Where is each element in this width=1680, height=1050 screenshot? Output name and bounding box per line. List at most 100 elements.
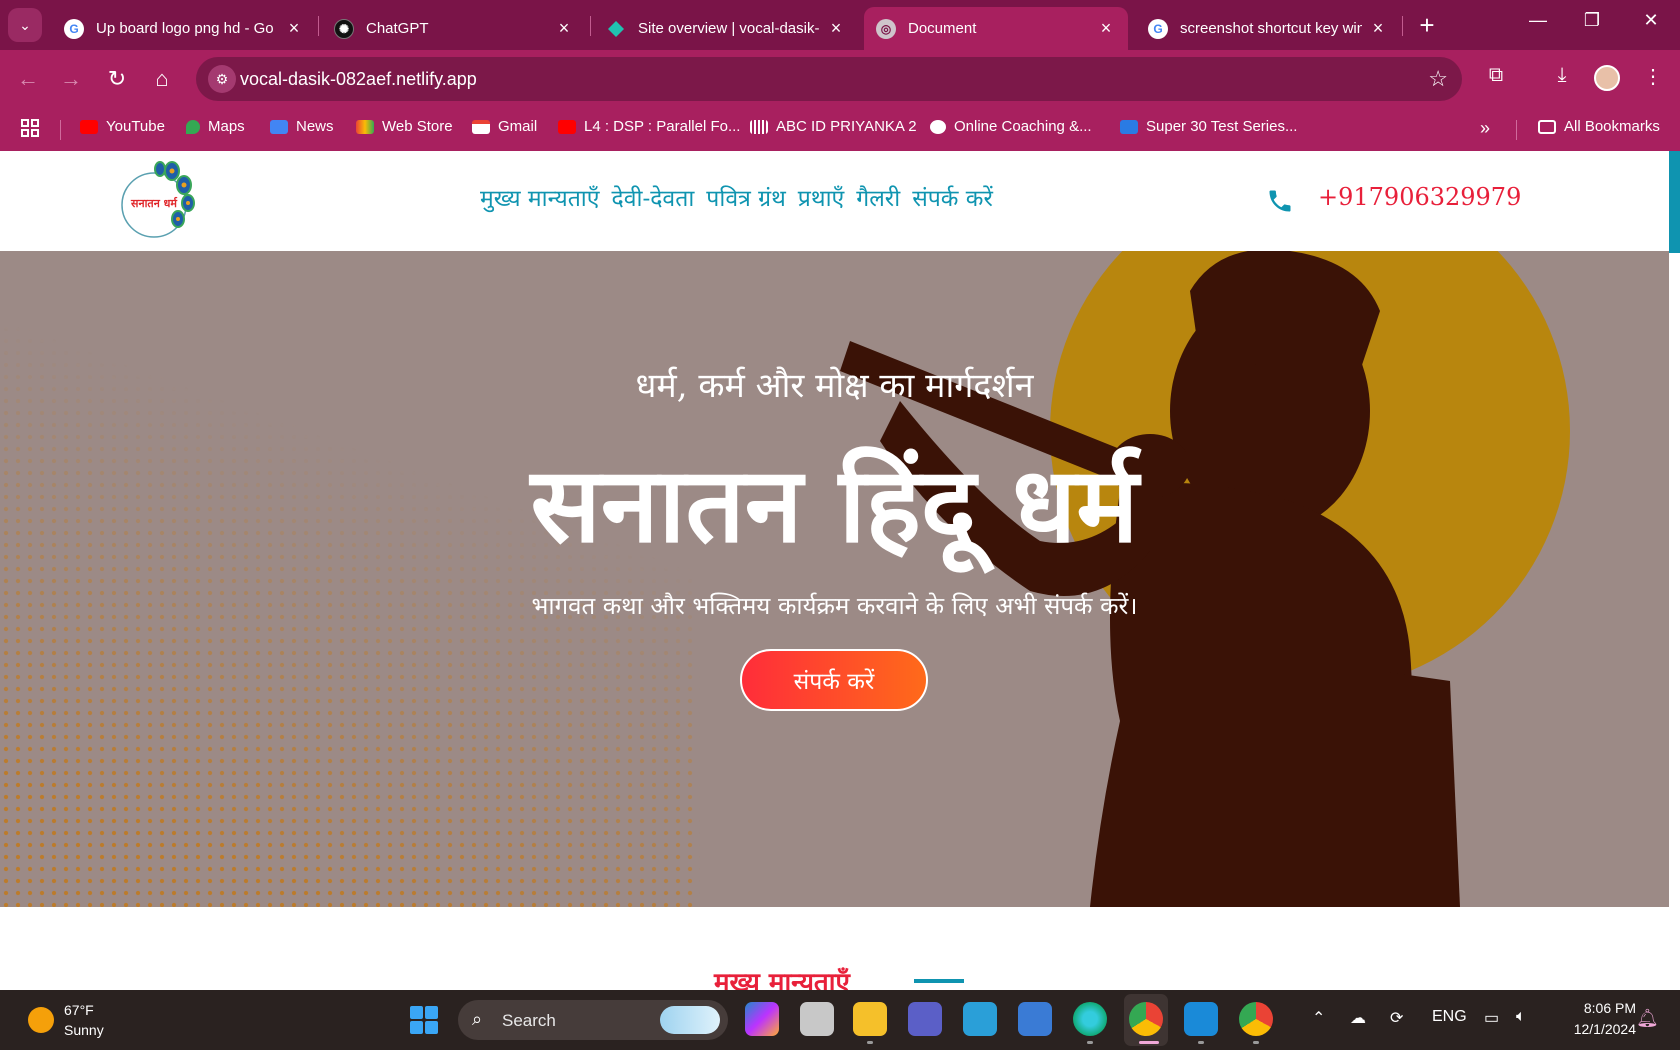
more-bookmarks-chevron-icon[interactable]: » <box>1480 118 1490 139</box>
language-indicator[interactable]: ENG <box>1432 1008 1467 1026</box>
notification-bell-icon[interactable]: 🔔︎ <box>1636 1008 1659 1029</box>
volume-icon[interactable]: 🔈︎ <box>1516 1008 1526 1026</box>
close-tab-icon[interactable]: × <box>826 18 846 39</box>
back-arrow-icon[interactable]: ← <box>13 64 43 94</box>
phone-icon <box>1269 190 1291 212</box>
nav-link-practices[interactable]: प्रथाएँ <box>798 181 844 213</box>
minimize-icon[interactable]: — <box>1523 10 1553 31</box>
nav-link-contact[interactable]: संपर्क करें <box>912 181 993 213</box>
phone-number[interactable]: +917906329979 <box>1318 183 1521 211</box>
extensions-icon[interactable]: ⧉ <box>1481 64 1511 87</box>
close-window-icon[interactable]: ✕ <box>1636 10 1666 31</box>
folder-icon <box>1538 119 1556 134</box>
restore-icon[interactable]: ❐ <box>1577 10 1607 31</box>
scrollbar-thumb[interactable] <box>1669 151 1680 253</box>
close-tab-icon[interactable]: × <box>284 18 304 39</box>
youtube-icon <box>558 119 576 134</box>
bookmark-gmail[interactable]: Gmail <box>472 118 537 135</box>
testseries-icon <box>1120 119 1138 134</box>
task-view-icon[interactable] <box>800 1002 834 1036</box>
tab-separator <box>318 16 319 36</box>
bookmark-web-store[interactable]: Web Store <box>356 118 453 135</box>
menu-kebab-icon[interactable]: ⋮ <box>1638 64 1668 89</box>
profile-avatar[interactable] <box>1594 65 1620 91</box>
forward-arrow-icon[interactable]: → <box>56 64 86 94</box>
bookmark-separator <box>1516 120 1517 140</box>
browser-toolbar: ← → ↻ ⌂ ⚙ vocal-dasik-082aef.netlify.app… <box>0 50 1680 108</box>
close-tab-icon[interactable]: × <box>1096 18 1116 39</box>
weather-condition[interactable]: Sunny <box>64 1022 104 1038</box>
clock-time[interactable]: 8:06 PM <box>1566 1000 1636 1016</box>
bookmark-news[interactable]: News <box>270 118 334 135</box>
network-icon[interactable]: ▭ <box>1484 1008 1499 1028</box>
bookmark-abc-id[interactable]: ABC ID PRIYANKA 2 <box>750 118 917 135</box>
site-logo[interactable]: सनातन धर्म <box>114 157 204 243</box>
bookmark-label: Super 30 Test Series... <box>1146 118 1298 135</box>
sun-weather-icon[interactable] <box>28 1007 54 1033</box>
address-bar[interactable]: ⚙ vocal-dasik-082aef.netlify.app ☆ <box>196 57 1462 101</box>
nav-link-gallery[interactable]: गैलरी <box>856 181 900 213</box>
microsoft-store-icon[interactable] <box>1018 1002 1052 1036</box>
vscode-icon[interactable] <box>1184 1002 1218 1036</box>
new-tab-button[interactable]: + <box>1412 10 1442 41</box>
youtube-icon <box>80 119 98 134</box>
running-indicator <box>867 1041 873 1044</box>
weather-temperature[interactable]: 67°F <box>64 1002 94 1018</box>
chrome-icon[interactable] <box>1129 1002 1163 1036</box>
all-bookmarks-folder[interactable]: All Bookmarks <box>1538 118 1660 135</box>
tab-title: Up board logo png hd - Go <box>96 20 274 37</box>
bookmark-label: Online Coaching &... <box>954 118 1092 135</box>
running-indicator <box>1253 1041 1259 1044</box>
search-icon: ⌕ <box>472 1009 483 1029</box>
contact-button[interactable]: संपर्क करें <box>740 649 928 711</box>
teams-icon[interactable] <box>908 1002 942 1036</box>
bookmark-super30[interactable]: Super 30 Test Series... <box>1120 118 1297 135</box>
tab-search-button[interactable]: ⌄ <box>8 8 42 42</box>
sync-icon[interactable]: ⟳ <box>1390 1008 1403 1028</box>
search-highlight-art <box>660 1006 720 1034</box>
nav-link-scriptures[interactable]: पवित्र ग्रंथ <box>706 181 786 213</box>
taskbar-search-label: Search <box>502 1011 556 1030</box>
tab-title: Document <box>908 20 977 37</box>
nav-link-deities[interactable]: देवी-देवता <box>611 181 694 213</box>
bookmarks-bar: YouTube Maps News Web Store Gmail L4 : D… <box>0 108 1680 151</box>
bookmark-star-icon[interactable]: ☆ <box>1428 66 1448 92</box>
tab-document[interactable]: ◎ Document × <box>864 7 1128 50</box>
edge-icon[interactable] <box>1073 1002 1107 1036</box>
bookmark-online-coaching[interactable]: Online Coaching &... <box>930 118 1092 135</box>
bookmark-label: YouTube <box>106 118 165 135</box>
copilot-icon[interactable] <box>745 1002 779 1036</box>
home-icon[interactable]: ⌂ <box>147 64 177 94</box>
download-icon[interactable]: ⤓ <box>1547 64 1577 87</box>
onedrive-icon[interactable]: ☁ <box>1350 1008 1366 1028</box>
apps-grid-icon[interactable] <box>20 118 40 138</box>
bookmark-youtube[interactable]: YouTube <box>80 118 165 135</box>
file-explorer-icon[interactable] <box>853 1002 887 1036</box>
web-page: सनातन धर्म मुख्य मान्यताएँ देवी-देवता पव… <box>0 151 1680 991</box>
nav-link-beliefs[interactable]: मुख्य मान्यताएँ <box>480 181 599 213</box>
reload-icon[interactable]: ↻ <box>102 64 132 94</box>
tab-up-board-logo[interactable]: G Up board logo png hd - Go × <box>52 7 316 50</box>
tab-site-overview[interactable]: Site overview | vocal-dasik-0 × <box>594 7 858 50</box>
site-info-icon[interactable]: ⚙ <box>208 65 236 93</box>
bookmark-dsp[interactable]: L4 : DSP : Parallel Fo... <box>558 118 740 135</box>
bookmark-label: L4 : DSP : Parallel Fo... <box>584 118 741 135</box>
coaching-icon <box>930 119 946 134</box>
maps-icon <box>186 119 200 134</box>
bookmark-maps[interactable]: Maps <box>186 118 245 135</box>
windows-start-icon[interactable] <box>410 1006 438 1034</box>
close-tab-icon[interactable]: × <box>1368 18 1388 39</box>
url-text[interactable]: vocal-dasik-082aef.netlify.app <box>240 69 477 90</box>
tab-chatgpt[interactable]: ✺ ChatGPT × <box>322 7 586 50</box>
tab-screenshot-shortcut[interactable]: G screenshot shortcut key win × <box>1136 7 1400 50</box>
bookmark-separator <box>60 120 61 140</box>
news-icon <box>270 119 288 134</box>
close-tab-icon[interactable]: × <box>554 18 574 39</box>
tab-separator <box>590 16 591 36</box>
store-bag-icon[interactable] <box>963 1002 997 1036</box>
chrome-profile-icon[interactable] <box>1239 1002 1273 1036</box>
taskbar-search-box[interactable]: ⌕ Search <box>458 1000 728 1040</box>
chevron-up-icon[interactable]: ⌃ <box>1312 1008 1325 1028</box>
clock-date[interactable]: 12/1/2024 <box>1556 1021 1636 1037</box>
tab-title: Site overview | vocal-dasik-0 <box>638 20 820 37</box>
